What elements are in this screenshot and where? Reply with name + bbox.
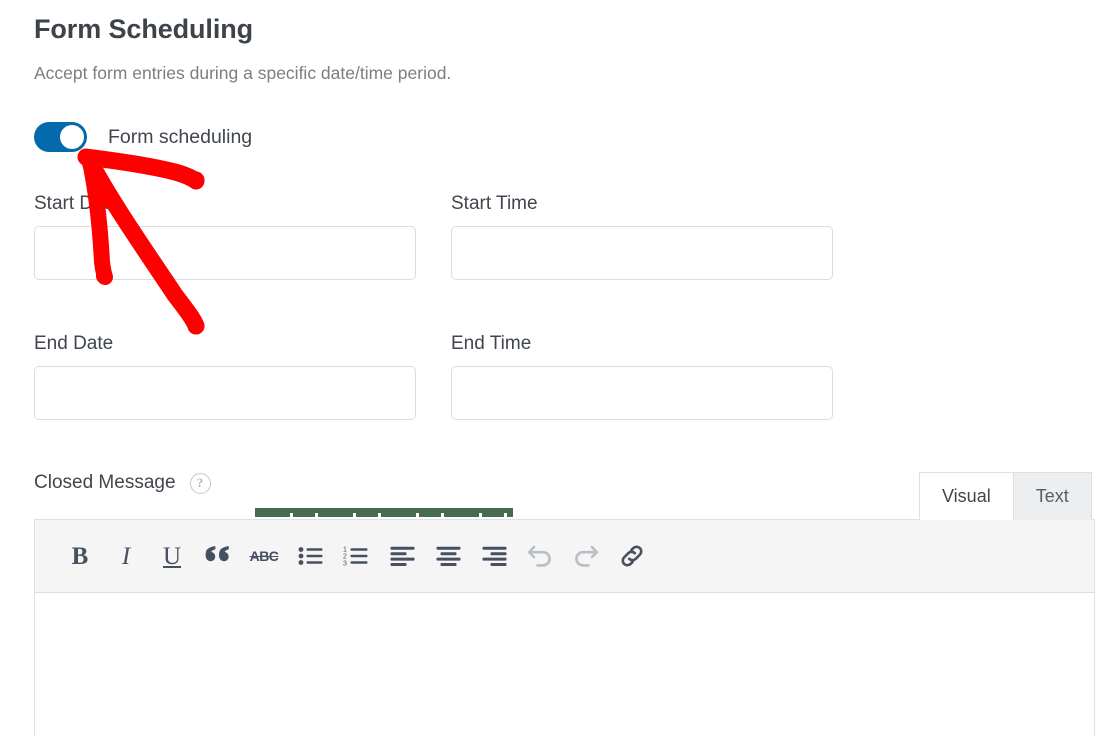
svg-text:1: 1 (343, 547, 347, 554)
align-left-icon[interactable] (379, 533, 425, 579)
closed-message-editor: B I U ABC 1 2 3 (34, 519, 1095, 736)
start-date-input[interactable] (34, 226, 416, 280)
redo-icon[interactable] (563, 533, 609, 579)
tab-visual[interactable]: Visual (919, 472, 1014, 520)
page-subtitle: Accept form entries during a specific da… (34, 63, 452, 83)
end-date-input[interactable] (34, 366, 416, 420)
end-time-input[interactable] (451, 366, 833, 420)
bold-icon[interactable]: B (57, 533, 103, 579)
field-label-end-time: End Time (451, 333, 532, 354)
align-right-icon[interactable] (471, 533, 517, 579)
field-label-start-date: Start Date (34, 193, 120, 214)
bulleted-list-icon[interactable] (287, 533, 333, 579)
field-label-start-time: Start Time (451, 193, 538, 214)
field-start-time: Start Time (451, 192, 833, 280)
italic-icon[interactable]: I (103, 533, 149, 579)
undo-icon[interactable] (517, 533, 563, 579)
underline-icon[interactable]: U (149, 533, 195, 579)
start-time-input[interactable] (451, 226, 833, 280)
form-scheduling-toggle-label: Form scheduling (108, 126, 253, 148)
strikethrough-icon[interactable]: ABC (241, 533, 287, 579)
numbered-list-icon[interactable]: 1 2 3 (333, 533, 379, 579)
editor-tab-list: Visual Text (919, 472, 1092, 520)
field-end-time: End Time (451, 332, 833, 420)
field-start-date: Start Date (34, 192, 416, 280)
insert-link-icon[interactable] (609, 533, 655, 579)
page-title: Form Scheduling (34, 14, 254, 44)
blockquote-icon[interactable] (195, 533, 241, 579)
toggle-knob (60, 125, 84, 149)
closed-message-label: Closed Message (34, 472, 176, 493)
closed-message-label-row: Closed Message ? (34, 470, 211, 496)
closed-message-textarea[interactable] (35, 593, 1094, 735)
tab-text[interactable]: Text (1013, 472, 1092, 520)
field-end-date: End Date (34, 332, 416, 420)
form-scheduling-toggle[interactable] (34, 122, 87, 152)
align-center-icon[interactable] (425, 533, 471, 579)
green-progress-bar (255, 508, 513, 517)
svg-text:3: 3 (343, 560, 347, 566)
field-label-end-date: End Date (34, 333, 114, 354)
question-mark-icon[interactable]: ? (189, 472, 211, 494)
editor-toolbar: B I U ABC 1 2 3 (35, 520, 1094, 593)
form-scheduling-toggle-row: Form scheduling (34, 122, 252, 152)
